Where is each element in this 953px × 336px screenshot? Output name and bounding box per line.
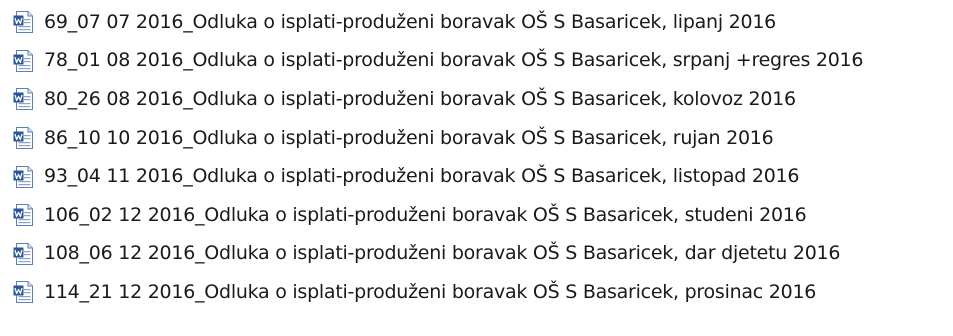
file-name: 93_04 11 2016_Odluka o isplati-produženi…: [44, 165, 800, 188]
file-name: 78_01 08 2016_Odluka o isplati-produženi…: [44, 49, 864, 72]
word-document-icon: [13, 165, 33, 188]
word-document-icon: [13, 11, 33, 34]
file-item[interactable]: 114_21 12 2016_Odluka o isplati-produžen…: [12, 273, 947, 312]
word-document-icon: [13, 204, 33, 227]
word-document-icon: [13, 242, 33, 265]
file-item[interactable]: 108_06 12 2016_Odluka o isplati-produžen…: [12, 235, 947, 274]
word-document-icon: [13, 49, 33, 72]
file-name: 69_07 07 2016_Odluka o isplati-produženi…: [44, 10, 776, 33]
file-item[interactable]: 80_26 08 2016_Odluka o isplati-produženi…: [12, 80, 947, 119]
word-document-icon: [13, 281, 33, 304]
file-list: 69_07 07 2016_Odluka o isplati-produženi…: [12, 3, 947, 312]
file-item[interactable]: 78_01 08 2016_Odluka o isplati-produženi…: [12, 42, 947, 81]
file-name: 106_02 12 2016_Odluka o isplati-produžen…: [44, 203, 807, 226]
file-item[interactable]: 93_04 11 2016_Odluka o isplati-produženi…: [12, 157, 947, 196]
file-name: 108_06 12 2016_Odluka o isplati-produžen…: [44, 242, 841, 265]
word-document-icon: [13, 127, 33, 150]
file-name: 114_21 12 2016_Odluka o isplati-produžen…: [44, 280, 817, 303]
file-item[interactable]: 86_10 10 2016_Odluka o isplati-produženi…: [12, 119, 947, 158]
file-item[interactable]: 106_02 12 2016_Odluka o isplati-produžen…: [12, 196, 947, 235]
file-item[interactable]: 69_07 07 2016_Odluka o isplati-produženi…: [12, 3, 947, 42]
file-name: 86_10 10 2016_Odluka o isplati-produženi…: [44, 126, 774, 149]
word-document-icon: [13, 88, 33, 111]
file-name: 80_26 08 2016_Odluka o isplati-produženi…: [44, 87, 796, 110]
